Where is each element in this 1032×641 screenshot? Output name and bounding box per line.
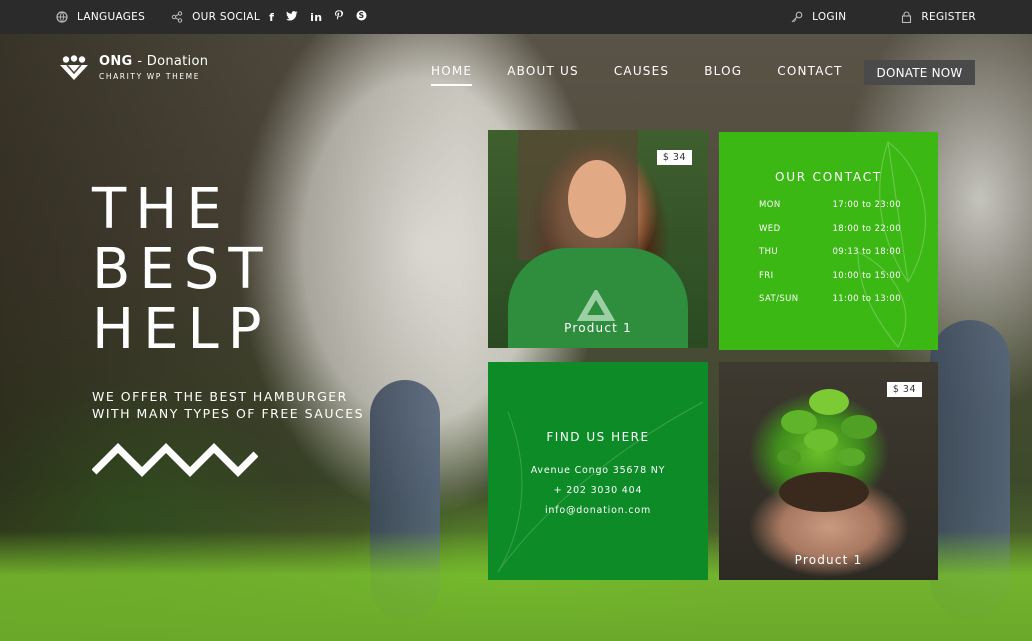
product-card-girl[interactable]: $ 34 Product 1: [488, 130, 708, 348]
donate-now-button[interactable]: DONATE NOW: [864, 60, 975, 85]
account-links: LOGIN REGISTER: [791, 11, 976, 23]
plant-leaves: [777, 389, 877, 466]
hours-day: WED: [759, 223, 781, 234]
logo-tagline: CHARITY WP THEME: [99, 72, 201, 81]
pinterest-icon[interactable]: [334, 10, 344, 24]
contact-title: OUR CONTACT: [774, 170, 883, 184]
hours-day: FRI: [759, 270, 774, 281]
hero-subtitle-line-1: WE OFFER THE BEST HAMBURGER: [92, 389, 348, 404]
login-label: LOGIN: [812, 11, 847, 23]
svg-text:S: S: [359, 11, 365, 20]
key-icon: [791, 11, 803, 23]
logo-name-suffix: - Donation: [137, 54, 209, 69]
skype-icon[interactable]: S: [356, 10, 367, 24]
globe-icon: [56, 11, 68, 23]
site-logo[interactable]: ONG - Donation CHARITY WP THEME: [58, 54, 208, 81]
hours-time: 18:00 to 22:00: [832, 223, 901, 234]
hours-row: FRI 10:00 to 15:00: [759, 271, 901, 295]
hours-time: 10:00 to 15:00: [832, 270, 901, 281]
hours-day: SAT/SUN: [759, 294, 799, 304]
hours-list: MON 17:00 to 23:00 WED 18:00 to 22:00 THU 0…: [759, 200, 901, 318]
zigzag-divider: [91, 442, 364, 482]
nav-home[interactable]: HOME: [431, 64, 473, 86]
price-badge: $ 34: [886, 382, 922, 397]
hours-time: 09:13 to 18:00: [832, 247, 901, 257]
hours-row: THU 09:13 to 18:00: [759, 247, 901, 271]
hero-title-line-3: HELP: [92, 297, 271, 362]
logo-name: ONG: [99, 54, 133, 69]
find-us-card: FIND US HERE Avenue Congo 35678 NY + 202…: [488, 362, 708, 580]
twitter-icon[interactable]: [286, 10, 298, 24]
email-link[interactable]: info@donation.com: [488, 501, 708, 521]
facebook-icon[interactable]: f: [269, 11, 274, 24]
find-us-details: Avenue Congo 35678 NY + 202 3030 404 inf…: [488, 461, 708, 521]
phone-link[interactable]: + 202 3030 404: [488, 481, 708, 501]
find-us-title: FIND US HERE: [546, 430, 650, 444]
social-label: OUR SOCIAL: [192, 11, 261, 23]
nav-about-us[interactable]: ABOUT US: [507, 64, 579, 86]
linkedin-icon[interactable]: in: [310, 11, 322, 24]
hero-title: THE BEST HELP: [92, 180, 364, 360]
nav-blog[interactable]: BLOG: [704, 64, 742, 86]
contact-hours-card: OUR CONTACT MON 17:00 to 23:00 WED 18:00 t…: [719, 132, 938, 350]
hero-section: THE BEST HELP WE OFFER THE BEST HAMBURGE…: [91, 180, 364, 482]
login-link[interactable]: LOGIN: [791, 11, 846, 23]
price-badge: $ 34: [656, 150, 692, 165]
top-bar: LANGUAGES OUR SOCIAL f in S LOGIN REGIST…: [0, 0, 1032, 34]
hours-day: THU: [759, 247, 779, 257]
languages-menu[interactable]: LANGUAGES: [56, 11, 145, 23]
social-links: f in S: [269, 10, 367, 24]
register-label: REGISTER: [921, 11, 976, 23]
logo-icon: [58, 54, 90, 81]
nav-contact[interactable]: CONTACT: [777, 64, 842, 86]
share-icon: [171, 11, 183, 23]
register-link[interactable]: REGISTER: [900, 11, 976, 23]
hero-title-line-1: THE: [92, 177, 231, 242]
hours-row: SAT/SUN 11:00 to 13:00: [759, 294, 901, 318]
main-nav: HOME ABOUT US CAUSES BLOG CONTACT: [431, 64, 843, 86]
languages-label: LANGUAGES: [77, 11, 146, 23]
hours-day: MON: [759, 200, 781, 210]
product-card-plant[interactable]: $ 34 Product 1: [719, 362, 938, 580]
product-label: Product 1: [564, 321, 632, 335]
hours-row: WED 18:00 to 22:00: [759, 224, 901, 248]
hero-subtitle: WE OFFER THE BEST HAMBURGER WITH MANY TY…: [92, 388, 364, 422]
hours-time: 17:00 to 23:00: [832, 200, 901, 210]
hero-subtitle-line-2: WITH MANY TYPES OF FREE SAUCES: [92, 406, 365, 421]
address-text: Avenue Congo 35678 NY: [530, 465, 666, 476]
our-social: OUR SOCIAL f in S: [171, 10, 367, 24]
nav-causes[interactable]: CAUSES: [614, 64, 669, 86]
product-label: Product 1: [794, 553, 863, 567]
hours-time: 11:00 to 13:00: [832, 294, 901, 304]
hours-row: MON 17:00 to 23:00: [759, 200, 901, 224]
hero-title-line-2: BEST: [92, 237, 272, 302]
lock-icon: [900, 11, 912, 23]
